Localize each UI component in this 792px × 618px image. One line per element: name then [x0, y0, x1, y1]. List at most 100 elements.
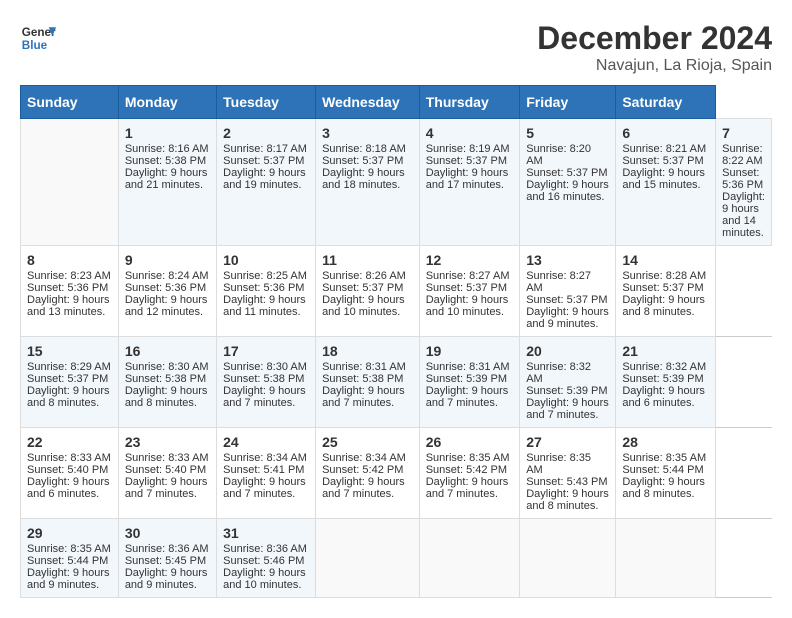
daylight-text: Daylight: 9 hours and 14 minutes.	[722, 191, 765, 239]
column-header-monday: Monday	[118, 86, 216, 119]
sunrise-text: Sunrise: 8:17 AM	[223, 143, 309, 155]
sunrise-text: Sunrise: 8:35 AM	[426, 452, 514, 464]
calendar-cell	[616, 519, 716, 598]
sunrise-text: Sunrise: 8:32 AM	[526, 361, 609, 385]
daylight-text: Daylight: 9 hours and 8 minutes.	[27, 385, 112, 409]
daylight-text: Daylight: 9 hours and 15 minutes.	[622, 167, 709, 191]
calendar-cell: 8Sunrise: 8:23 AMSunset: 5:36 PMDaylight…	[21, 246, 119, 337]
sunset-text: Sunset: 5:38 PM	[322, 373, 413, 385]
sunrise-text: Sunrise: 8:28 AM	[622, 270, 709, 282]
day-number: 31	[223, 525, 309, 541]
calendar-table: SundayMondayTuesdayWednesdayThursdayFrid…	[20, 85, 772, 598]
day-number: 25	[322, 434, 413, 450]
sunset-text: Sunset: 5:39 PM	[622, 373, 709, 385]
calendar-week-4: 22Sunrise: 8:33 AMSunset: 5:40 PMDayligh…	[21, 428, 772, 519]
calendar-cell	[419, 519, 520, 598]
daylight-text: Daylight: 9 hours and 6 minutes.	[622, 385, 709, 409]
calendar-cell: 10Sunrise: 8:25 AMSunset: 5:36 PMDayligh…	[217, 246, 316, 337]
sunrise-text: Sunrise: 8:21 AM	[622, 143, 709, 155]
calendar-cell	[21, 119, 119, 246]
calendar-cell: 13Sunrise: 8:27 AMSunset: 5:37 PMDayligh…	[520, 246, 616, 337]
calendar-cell: 14Sunrise: 8:28 AMSunset: 5:37 PMDayligh…	[616, 246, 716, 337]
header-row: SundayMondayTuesdayWednesdayThursdayFrid…	[21, 86, 772, 119]
day-number: 1	[125, 125, 210, 141]
day-number: 17	[223, 343, 309, 359]
column-header-thursday: Thursday	[419, 86, 520, 119]
calendar-cell: 28Sunrise: 8:35 AMSunset: 5:44 PMDayligh…	[616, 428, 716, 519]
sunrise-text: Sunrise: 8:33 AM	[125, 452, 210, 464]
day-number: 16	[125, 343, 210, 359]
day-number: 28	[622, 434, 709, 450]
sunrise-text: Sunrise: 8:20 AM	[526, 143, 609, 167]
sunset-text: Sunset: 5:38 PM	[125, 373, 210, 385]
logo-icon: General Blue	[20, 20, 56, 56]
calendar-cell: 24Sunrise: 8:34 AMSunset: 5:41 PMDayligh…	[217, 428, 316, 519]
daylight-text: Daylight: 9 hours and 7 minutes.	[426, 385, 514, 409]
sunrise-text: Sunrise: 8:19 AM	[426, 143, 514, 155]
column-header-tuesday: Tuesday	[217, 86, 316, 119]
daylight-text: Daylight: 9 hours and 16 minutes.	[526, 179, 609, 203]
sunset-text: Sunset: 5:37 PM	[223, 155, 309, 167]
sunrise-text: Sunrise: 8:30 AM	[223, 361, 309, 373]
daylight-text: Daylight: 9 hours and 8 minutes.	[622, 476, 709, 500]
calendar-cell: 12Sunrise: 8:27 AMSunset: 5:37 PMDayligh…	[419, 246, 520, 337]
sunrise-text: Sunrise: 8:24 AM	[125, 270, 210, 282]
sunset-text: Sunset: 5:37 PM	[622, 282, 709, 294]
daylight-text: Daylight: 9 hours and 17 minutes.	[426, 167, 514, 191]
sunset-text: Sunset: 5:38 PM	[125, 155, 210, 167]
day-number: 3	[322, 125, 413, 141]
daylight-text: Daylight: 9 hours and 7 minutes.	[526, 397, 609, 421]
calendar-cell: 11Sunrise: 8:26 AMSunset: 5:37 PMDayligh…	[316, 246, 420, 337]
sunset-text: Sunset: 5:36 PM	[223, 282, 309, 294]
sunrise-text: Sunrise: 8:23 AM	[27, 270, 112, 282]
calendar-cell	[316, 519, 420, 598]
location: Navajun, La Rioja, Spain	[537, 57, 772, 75]
calendar-week-1: 1Sunrise: 8:16 AMSunset: 5:38 PMDaylight…	[21, 119, 772, 246]
column-header-friday: Friday	[520, 86, 616, 119]
daylight-text: Daylight: 9 hours and 19 minutes.	[223, 167, 309, 191]
day-number: 18	[322, 343, 413, 359]
calendar-cell: 6 Sunrise: 8:21 AMSunset: 5:37 PMDaylight…	[616, 119, 716, 246]
day-number: 24	[223, 434, 309, 450]
sunset-text: Sunset: 5:37 PM	[622, 155, 709, 167]
calendar-cell: 22Sunrise: 8:33 AMSunset: 5:40 PMDayligh…	[21, 428, 119, 519]
sunrise-text: Sunrise: 8:22 AM	[722, 143, 765, 167]
sunset-text: Sunset: 5:37 PM	[426, 282, 514, 294]
sunrise-text: Sunrise: 8:29 AM	[27, 361, 112, 373]
day-number: 10	[223, 252, 309, 268]
daylight-text: Daylight: 9 hours and 7 minutes.	[322, 385, 413, 409]
daylight-text: Daylight: 9 hours and 21 minutes.	[125, 167, 210, 191]
sunrise-text: Sunrise: 8:27 AM	[526, 270, 609, 294]
sunset-text: Sunset: 5:37 PM	[322, 282, 413, 294]
day-number: 5	[526, 125, 609, 141]
sunrise-text: Sunrise: 8:26 AM	[322, 270, 413, 282]
day-number: 6	[622, 125, 709, 141]
calendar-cell: 29Sunrise: 8:35 AMSunset: 5:44 PMDayligh…	[21, 519, 119, 598]
sunrise-text: Sunrise: 8:34 AM	[322, 452, 413, 464]
calendar-week-5: 29Sunrise: 8:35 AMSunset: 5:44 PMDayligh…	[21, 519, 772, 598]
sunrise-text: Sunrise: 8:31 AM	[426, 361, 514, 373]
day-number: 30	[125, 525, 210, 541]
day-number: 2	[223, 125, 309, 141]
calendar-week-2: 8Sunrise: 8:23 AMSunset: 5:36 PMDaylight…	[21, 246, 772, 337]
column-header-saturday: Saturday	[616, 86, 716, 119]
sunset-text: Sunset: 5:37 PM	[526, 167, 609, 179]
daylight-text: Daylight: 9 hours and 9 minutes.	[27, 567, 112, 591]
sunset-text: Sunset: 5:46 PM	[223, 555, 309, 567]
logo: General Blue	[20, 20, 56, 56]
sunrise-text: Sunrise: 8:25 AM	[223, 270, 309, 282]
sunset-text: Sunset: 5:39 PM	[526, 385, 609, 397]
sunset-text: Sunset: 5:37 PM	[27, 373, 112, 385]
calendar-cell: 4Sunrise: 8:19 AMSunset: 5:37 PMDaylight…	[419, 119, 520, 246]
day-number: 29	[27, 525, 112, 541]
daylight-text: Daylight: 9 hours and 7 minutes.	[322, 476, 413, 500]
calendar-cell: 27Sunrise: 8:35 AMSunset: 5:43 PMDayligh…	[520, 428, 616, 519]
calendar-cell: 5 Sunrise: 8:20 AMSunset: 5:37 PMDaylight…	[520, 119, 616, 246]
daylight-text: Daylight: 9 hours and 8 minutes.	[125, 385, 210, 409]
daylight-text: Daylight: 9 hours and 8 minutes.	[526, 488, 609, 512]
page-header: General Blue December 2024 Navajun, La R…	[20, 20, 772, 75]
column-header-wednesday: Wednesday	[316, 86, 420, 119]
sunrise-text: Sunrise: 8:30 AM	[125, 361, 210, 373]
day-number: 4	[426, 125, 514, 141]
sunrise-text: Sunrise: 8:33 AM	[27, 452, 112, 464]
